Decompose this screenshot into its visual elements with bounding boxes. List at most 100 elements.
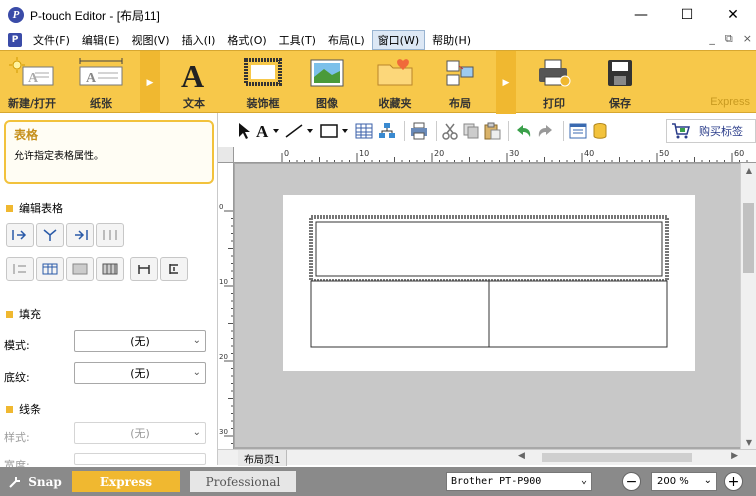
horizontal-scrollbar[interactable]: ◀ ▶ <box>518 451 738 464</box>
app-icon: P <box>8 7 24 23</box>
professional-mode-button[interactable]: Professional <box>190 471 296 492</box>
page-tab[interactable]: 布局页1 <box>238 450 288 466</box>
layout-button[interactable]: 布局 <box>434 51 486 114</box>
database-tool[interactable] <box>591 120 609 142</box>
section-fill-label: 填充 <box>19 308 41 321</box>
insert-column-right-button[interactable] <box>66 223 94 247</box>
menu-window[interactable]: 窗口(W) <box>371 30 426 50</box>
align-rows-button[interactable] <box>6 257 34 281</box>
frame-button[interactable]: 装饰框 <box>232 51 294 114</box>
chevron-down-icon: ⌄ <box>580 475 587 486</box>
scroll-down-icon[interactable]: ▼ <box>741 435 756 449</box>
select-tool[interactable] <box>236 120 252 142</box>
line-tool[interactable] <box>284 120 316 142</box>
fill-texture-select[interactable]: (无) ⌄ <box>74 362 206 384</box>
minimize-button[interactable]: — <box>618 0 664 30</box>
zoom-out-button[interactable]: − <box>622 472 641 491</box>
close-button[interactable]: ✕ <box>710 0 756 30</box>
shape-tool[interactable] <box>319 120 351 142</box>
table-tool[interactable] <box>354 120 374 142</box>
distribute-columns-button[interactable] <box>130 257 158 281</box>
menu-insert[interactable]: 插入(I) <box>177 31 221 49</box>
menu-edit[interactable]: 编辑(E) <box>77 31 125 49</box>
save-button[interactable]: 保存 <box>592 51 648 114</box>
insert-column-left-button[interactable] <box>6 223 34 247</box>
menu-file[interactable]: 文件(F) <box>28 31 75 49</box>
table-cell-left[interactable] <box>310 280 490 348</box>
scroll-right-icon[interactable]: ▶ <box>731 451 738 461</box>
buy-labels-button[interactable]: 购买标签 <box>666 119 756 143</box>
chevron-down-icon: ⌄ <box>192 427 201 438</box>
zoom-in-button[interactable]: + <box>724 472 743 491</box>
print-preview-tool[interactable] <box>409 120 429 142</box>
printer-select[interactable]: Brother PT-P900 ⌄ <box>446 472 592 491</box>
line-width-select[interactable] <box>74 453 206 465</box>
line-style-select[interactable]: (无) ⌄ <box>74 422 206 444</box>
properties-tool[interactable] <box>568 120 588 142</box>
favorites-label: 收藏夹 <box>378 97 412 110</box>
ruler-number: 20 <box>219 353 228 361</box>
split-columns-button[interactable] <box>36 257 64 281</box>
zoom-select[interactable]: 200 % ⌄ <box>651 472 717 491</box>
vertical-ruler: 0 10 20 30 <box>218 163 234 449</box>
print-icon <box>411 122 427 140</box>
vertical-scrollbar[interactable]: ▲ ▼ <box>740 163 756 449</box>
toolbar-separator <box>563 121 564 141</box>
split-cells-button[interactable] <box>96 257 124 281</box>
buy-labels-label: 购买标签 <box>699 125 743 138</box>
text-tool[interactable]: A <box>255 120 281 142</box>
ribbon-mode-tag: Express <box>710 96 750 108</box>
scroll-up-icon[interactable]: ▲ <box>741 163 756 177</box>
ruler-number: 40 <box>584 149 594 158</box>
mdi-close-button[interactable]: × <box>743 32 752 46</box>
label-paper[interactable] <box>283 195 695 371</box>
cut-tool[interactable] <box>441 120 459 142</box>
copy-tool[interactable] <box>462 120 480 142</box>
print-button[interactable]: 打印 <box>522 51 586 114</box>
hint-box: 表格 允许指定表格属性。 <box>4 120 214 184</box>
printer-icon <box>539 59 571 87</box>
redo-tool[interactable] <box>536 120 556 142</box>
menu-view[interactable]: 视图(V) <box>126 31 174 49</box>
document-icon[interactable]: P <box>8 33 22 47</box>
table-object[interactable] <box>283 195 695 371</box>
distribute-rows-button[interactable] <box>160 257 188 281</box>
vertical-scroll-thumb[interactable] <box>743 203 754 273</box>
menu-help[interactable]: 帮助(H) <box>427 31 476 49</box>
text-button[interactable]: A 文本 <box>164 51 224 114</box>
mdi-minimize-button[interactable]: _ <box>709 32 715 46</box>
fill-pattern-select[interactable]: (无) ⌄ <box>74 330 206 352</box>
insert-column-button[interactable] <box>36 223 64 247</box>
mdi-restore-button[interactable]: ⧉ <box>725 32 733 46</box>
favorites-button[interactable]: 收藏夹 <box>362 51 428 114</box>
menu-layout[interactable]: 布局(L) <box>323 31 370 49</box>
menu-format[interactable]: 格式(O) <box>222 31 271 49</box>
scissors-icon <box>442 123 458 140</box>
ribbon: A 新建/打开 A 纸张 ▶ A 文本 装饰框 图像 收藏夹 布局 ▶ 打印 保… <box>0 50 756 114</box>
line-icon <box>285 124 313 138</box>
merge-cells-button[interactable] <box>66 257 94 281</box>
ribbon-expand-right-icon[interactable]: ▶ <box>496 51 516 114</box>
tree-tool[interactable] <box>377 120 397 142</box>
new-open-label: 新建/打开 <box>7 97 57 110</box>
section-line: 线条 <box>6 401 41 417</box>
paper-button[interactable]: A 纸张 <box>70 51 132 114</box>
express-mode-button[interactable]: Express <box>72 471 180 492</box>
image-button[interactable]: 图像 <box>298 51 356 114</box>
menu-tools[interactable]: 工具(T) <box>274 31 321 49</box>
new-open-icon: A <box>9 57 54 86</box>
paper-label: 纸张 <box>90 97 112 110</box>
ribbon-expand-left-icon[interactable]: ▶ <box>140 51 160 114</box>
new-open-button[interactable]: A 新建/打开 <box>2 51 62 114</box>
maximize-button[interactable]: ☐ <box>664 0 710 30</box>
menu-bar: P 文件(F) 编辑(E) 视图(V) 插入(I) 格式(O) 工具(T) 布局… <box>0 30 756 50</box>
paste-tool[interactable] <box>483 120 501 142</box>
table-cell-right[interactable] <box>488 280 668 348</box>
ruler-number: 10 <box>219 278 228 286</box>
scroll-left-icon[interactable]: ◀ <box>518 451 525 461</box>
undo-tool[interactable] <box>513 120 533 142</box>
horizontal-scroll-thumb[interactable] <box>542 453 692 462</box>
delete-column-button[interactable] <box>96 223 124 247</box>
section-bullet-icon <box>6 405 13 413</box>
snap-mode-button[interactable]: Snap <box>6 471 64 492</box>
